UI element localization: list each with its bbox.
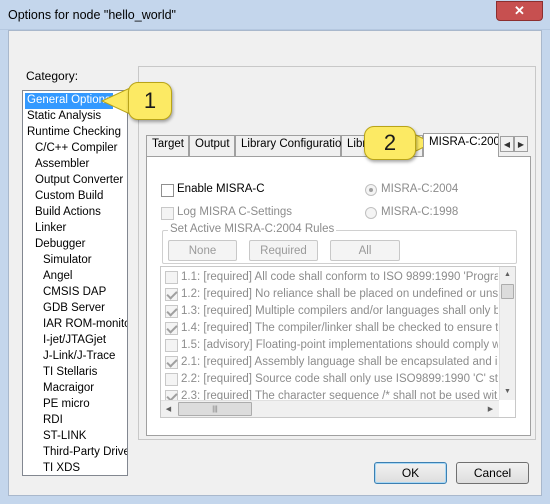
rule-row[interactable]: 1.3: [required] Multiple compilers and/o…: [163, 303, 498, 320]
vertical-scroll-thumb[interactable]: [501, 284, 514, 299]
window-frame-right: [542, 30, 550, 504]
chevron-left-icon: ◀: [503, 139, 511, 149]
close-icon: ✕: [514, 3, 525, 18]
category-item[interactable]: C/C++ Compiler: [33, 141, 119, 157]
category-item[interactable]: TI Stellaris: [41, 365, 99, 381]
window-frame-left: [0, 30, 8, 504]
category-item[interactable]: PE micro: [41, 397, 92, 413]
window-title: Options for node "hello_world": [8, 8, 176, 22]
category-item[interactable]: Custom Build: [33, 189, 105, 205]
rule-checkbox[interactable]: [165, 271, 178, 284]
log-misra-checkbox[interactable]: [161, 207, 174, 220]
category-item[interactable]: Angel: [41, 269, 74, 285]
scroll-up-button[interactable]: ▲: [500, 267, 515, 282]
category-item[interactable]: Macraigor: [41, 381, 96, 397]
category-item[interactable]: Simulator: [41, 253, 94, 269]
rule-text: 2.1: [required] Assembly language shall …: [181, 356, 498, 368]
ok-button[interactable]: OK: [374, 462, 447, 484]
misra-1998-radio[interactable]: [365, 207, 377, 219]
category-item[interactable]: Build Actions: [33, 205, 103, 221]
category-item[interactable]: TI XDS: [41, 461, 82, 475]
horizontal-scroll-thumb[interactable]: |||: [178, 402, 252, 416]
tab-library-configuration[interactable]: Library Configuration: [235, 135, 348, 156]
rule-checkbox[interactable]: [165, 373, 178, 386]
category-item[interactable]: Output Converter: [33, 173, 125, 189]
required-button[interactable]: Required: [249, 240, 318, 261]
category-item[interactable]: I-jet/JTAGjet: [41, 333, 108, 349]
rule-text: 1.5: [advisory] Floating-point implement…: [181, 339, 498, 351]
callout-2: 2: [364, 126, 416, 160]
chevron-right-icon: ▶: [517, 139, 525, 149]
log-misra-label: Log MISRA C-Settings: [177, 206, 293, 218]
category-label: Category:: [26, 69, 79, 83]
category-item[interactable]: Third-Party Driver: [41, 445, 127, 461]
rules-list[interactable]: 1.1: [required] All code shall conform t…: [160, 266, 516, 418]
arrow-down-icon: ▼: [504, 388, 511, 395]
rule-text: 1.2: [required] No reliance shall be pla…: [181, 288, 498, 300]
rule-text: 1.3: [required] Multiple compilers and/o…: [181, 305, 498, 317]
all-button[interactable]: All: [330, 240, 400, 261]
window-frame-bottom: [0, 496, 550, 504]
rule-checkbox[interactable]: [165, 322, 178, 335]
tab-output[interactable]: Output: [189, 135, 235, 156]
arrow-up-icon: ▲: [504, 271, 511, 278]
category-item[interactable]: CMSIS DAP: [41, 285, 108, 301]
enable-misra-label: Enable MISRA-C: [177, 183, 265, 195]
tab-target[interactable]: Target: [146, 135, 189, 156]
rules-group-label: Set Active MISRA-C:2004 Rules: [168, 223, 337, 235]
category-item[interactable]: Linker: [33, 221, 68, 237]
rule-text: 1.1: [required] All code shall conform t…: [181, 271, 498, 283]
rule-row[interactable]: 1.1: [required] All code shall conform t…: [163, 269, 498, 286]
rule-text: 1.4: [required] The compiler/linker shal…: [181, 322, 498, 334]
scroll-right-button[interactable]: ▶: [483, 401, 498, 416]
category-item[interactable]: Runtime Checking: [25, 125, 123, 141]
category-list[interactable]: General Options Static Analysis Runtime Ch…: [22, 90, 128, 476]
rule-checkbox[interactable]: [165, 288, 178, 301]
tab-scroll-left-button[interactable]: ◀: [500, 136, 514, 152]
rule-checkbox[interactable]: [165, 339, 178, 352]
tab-scroll-right-button[interactable]: ▶: [514, 136, 528, 152]
rule-row[interactable]: 1.4: [required] The compiler/linker shal…: [163, 320, 498, 337]
category-item[interactable]: IAR ROM-monitor: [41, 317, 127, 333]
rule-checkbox[interactable]: [165, 305, 178, 318]
tab-strip: Target Output Library Configuration Libr…: [146, 133, 531, 157]
category-item[interactable]: ST-LINK: [41, 429, 88, 445]
category-item[interactable]: Static Analysis: [25, 109, 103, 125]
category-item[interactable]: Assembler: [33, 157, 91, 173]
rules-vertical-scrollbar[interactable]: ▲ ▼: [499, 267, 515, 400]
arrow-left-icon: ◀: [165, 405, 172, 413]
category-item[interactable]: Debugger: [33, 237, 88, 253]
category-item[interactable]: GDB Server: [41, 301, 107, 317]
scroll-down-button[interactable]: ▼: [500, 384, 515, 399]
arrow-right-icon: ▶: [487, 405, 494, 413]
callout-1: 1: [128, 82, 172, 120]
none-button[interactable]: None: [168, 240, 237, 261]
rule-checkbox[interactable]: [165, 356, 178, 369]
close-button[interactable]: ✕: [496, 1, 543, 21]
rule-row[interactable]: 2.2: [required] Source code shall only u…: [163, 371, 498, 388]
misra-1998-label: MISRA-C:1998: [381, 206, 459, 218]
misra-2004-radio[interactable]: [365, 184, 377, 196]
rule-row[interactable]: 2.1: [required] Assembly language shall …: [163, 354, 498, 371]
category-item[interactable]: J-Link/J-Trace: [41, 349, 117, 365]
category-item[interactable]: RDI: [41, 413, 65, 429]
misra-2004-label: MISRA-C:2004: [381, 183, 459, 195]
grip-icon: |||: [212, 405, 218, 413]
enable-misra-checkbox[interactable]: [161, 184, 174, 197]
rule-row[interactable]: 1.2: [required] No reliance shall be pla…: [163, 286, 498, 303]
cancel-button[interactable]: Cancel: [456, 462, 529, 484]
tab-misra-c-2004[interactable]: MISRA-C:2004: [423, 133, 499, 157]
rule-text: 2.2: [required] Source code shall only u…: [181, 373, 498, 385]
rule-row[interactable]: 1.5: [advisory] Floating-point implement…: [163, 337, 498, 354]
scroll-left-button[interactable]: ◀: [161, 401, 176, 416]
rules-horizontal-scrollbar[interactable]: ◀ ||| ▶: [161, 400, 499, 417]
